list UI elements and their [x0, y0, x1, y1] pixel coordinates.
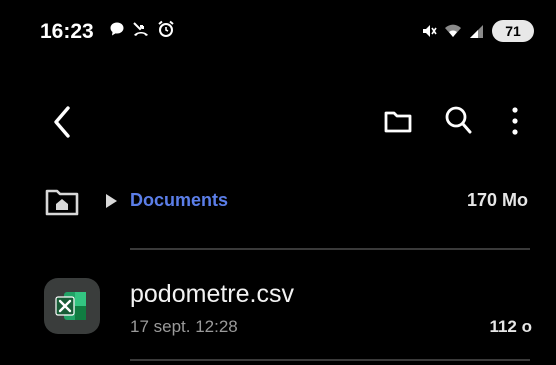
missed-call-icon: [133, 22, 148, 36]
wifi-icon: [445, 24, 461, 37]
alarm-icon: [158, 20, 174, 37]
more-vert-icon: [512, 107, 518, 135]
chat-bubble-icon: [110, 22, 124, 36]
back-arrow-icon: [54, 106, 70, 138]
home-folder-button[interactable]: [44, 186, 80, 218]
breadcrumb-documents[interactable]: Documents: [130, 190, 228, 211]
new-folder-button[interactable]: [383, 106, 413, 136]
notification-icons: [109, 20, 175, 38]
divider: [130, 359, 530, 361]
status-bar: 16:23 71: [0, 0, 556, 62]
file-name: podometre.csv: [130, 280, 294, 308]
status-time: 16:23: [40, 20, 94, 43]
more-options-button[interactable]: [505, 104, 525, 138]
mute-icon: [423, 25, 437, 37]
breadcrumb-arrow-icon: [106, 194, 117, 208]
new-folder-icon: [384, 111, 412, 133]
back-button[interactable]: [48, 102, 78, 142]
file-list-item[interactable]: podometre.csv 17 sept. 12:28 112 o: [0, 262, 556, 354]
file-date: 17 sept. 12:28: [130, 317, 238, 336]
divider: [130, 248, 530, 250]
search-icon: [445, 106, 472, 134]
file-size: 112 o: [489, 317, 532, 336]
signal-icon: [470, 25, 483, 38]
breadcrumb: Documents 170 Mo: [0, 180, 556, 224]
battery-indicator: 71: [492, 20, 534, 42]
app-bar: [0, 90, 556, 154]
search-button[interactable]: [443, 104, 473, 136]
system-icons: 71: [421, 20, 534, 42]
file-manager-screen: 16:23 71 Documents 170 Mo podometre.csv …: [0, 0, 556, 365]
excel-file-icon: [44, 278, 100, 334]
storage-size: 170 Mo: [466, 190, 528, 210]
home-folder-icon: [45, 189, 79, 216]
